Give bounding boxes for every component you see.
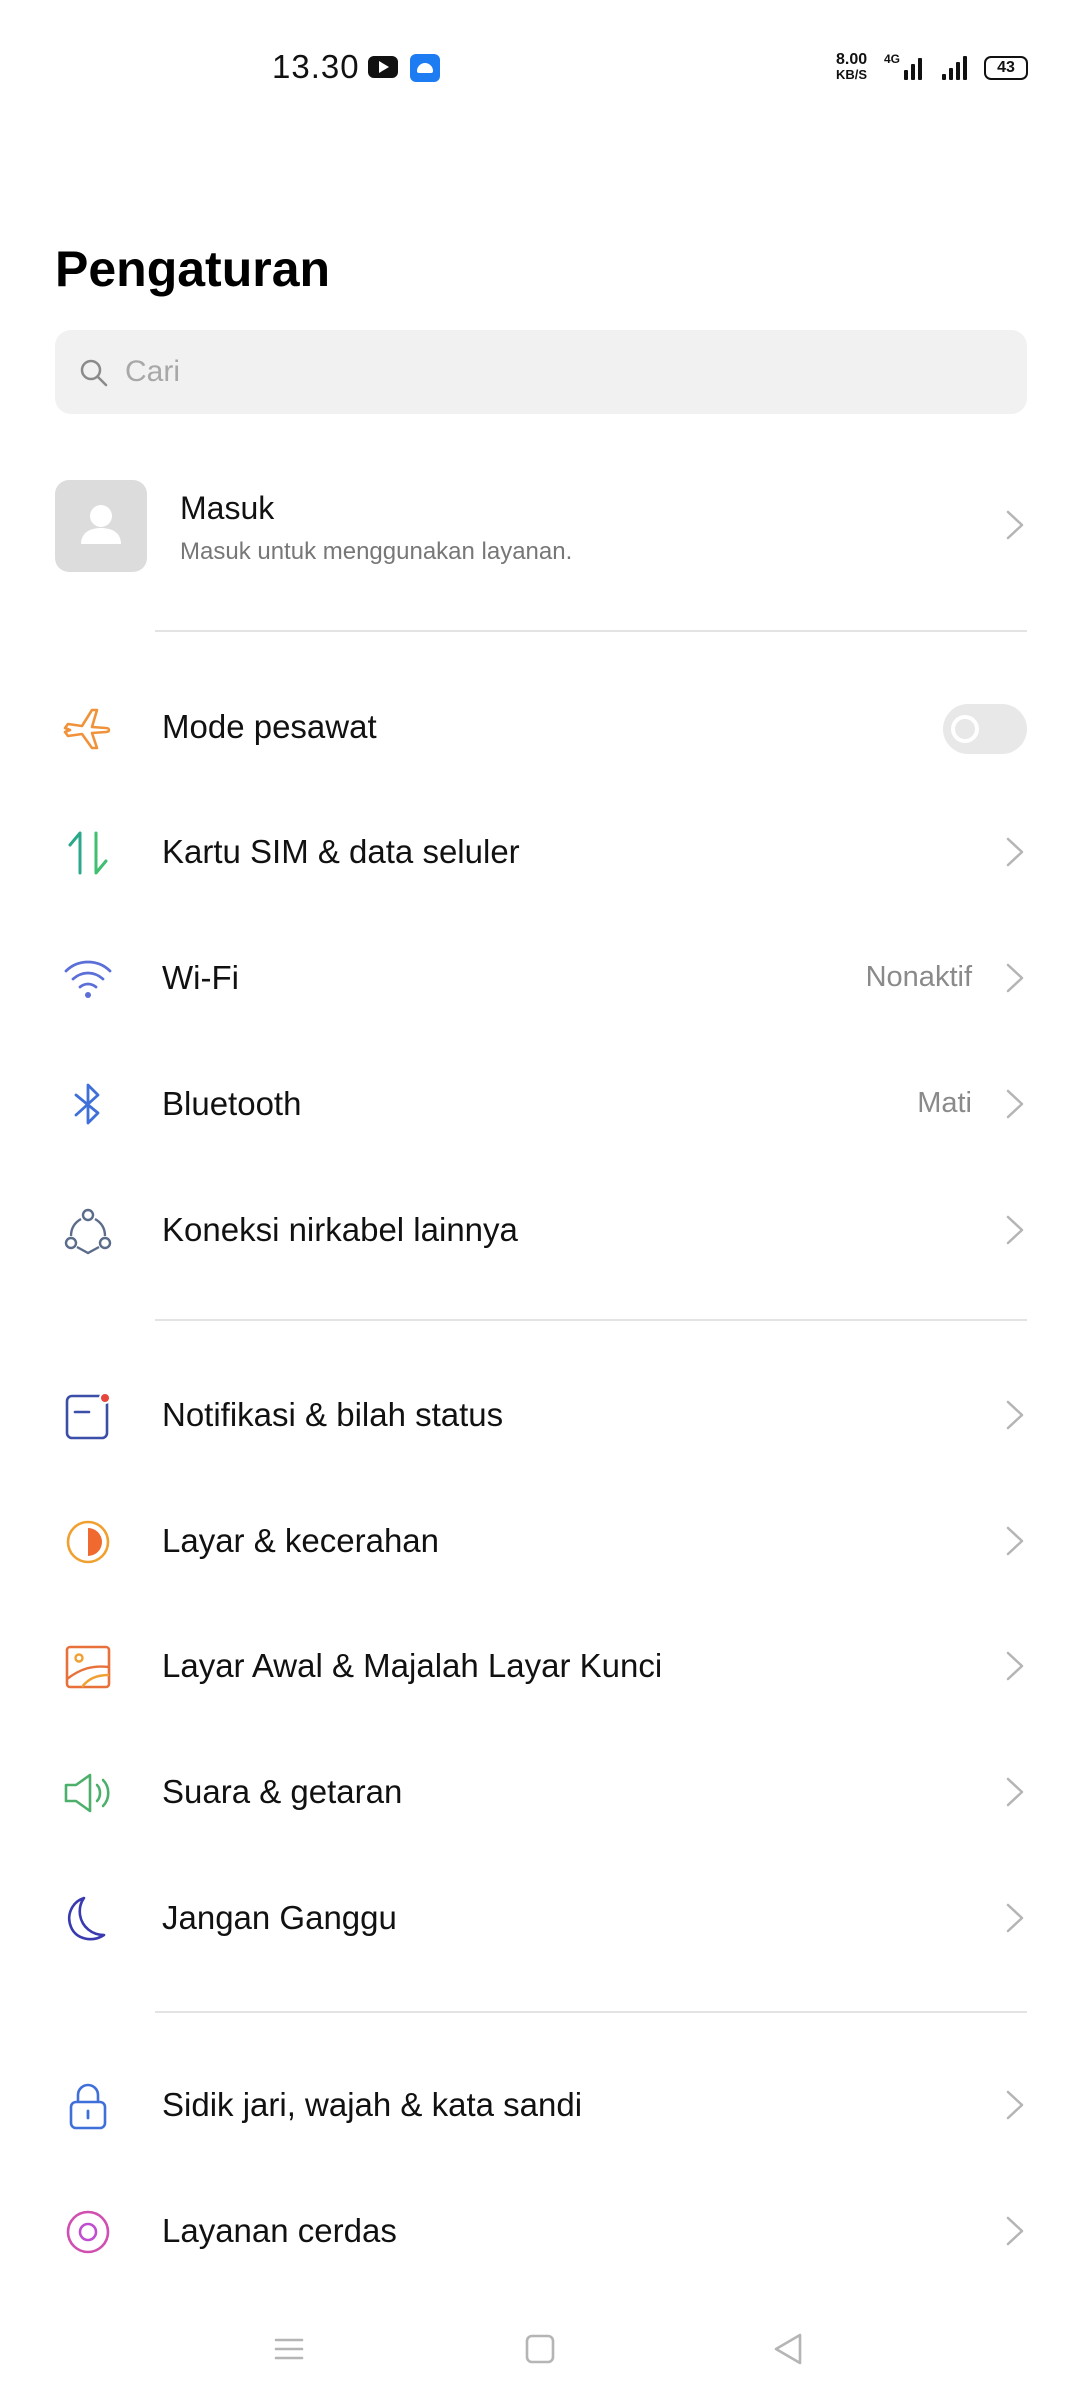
- battery-icon: 43: [984, 56, 1028, 80]
- network-speed-value: 8.00: [836, 51, 868, 68]
- account-sign-in-row[interactable]: Masuk Masuk untuk menggunakan layanan.: [0, 470, 1080, 580]
- home-icon[interactable]: [515, 2324, 565, 2374]
- network-speed-unit: KB/S: [836, 67, 868, 82]
- brightness-icon: [66, 1520, 110, 1564]
- sim-data-icon: [68, 831, 108, 875]
- person-icon: [81, 505, 121, 544]
- chevron-right-icon: [1006, 1215, 1024, 1245]
- setting-smart-services[interactable]: Layanan cerdas: [0, 2168, 1080, 2294]
- chevron-right-icon: [1006, 1777, 1024, 1807]
- settings-screen: 13.30 8.00 KB/S 4G 43 Pengaturan Cari Ma…: [0, 0, 1080, 2400]
- setting-label: Jangan Ganggu: [162, 1899, 397, 1936]
- wireless-connection-icon: [64, 1208, 112, 1255]
- setting-sound-vibration[interactable]: Suara & getaran: [0, 1729, 1080, 1855]
- chevron-right-icon: [1006, 1526, 1024, 1556]
- setting-label: Layar Awal & Majalah Layar Kunci: [162, 1647, 663, 1684]
- signal-4g-icon: [904, 54, 922, 80]
- chevron-right-icon: [1006, 1651, 1024, 1681]
- smart-service-icon: [66, 2210, 110, 2254]
- account-title: Masuk: [180, 490, 275, 526]
- search-icon: [80, 359, 108, 387]
- setting-wifi[interactable]: Wi-Fi Nonaktif: [0, 915, 1080, 1041]
- account-subtitle: Masuk untuk menggunakan layanan.: [180, 538, 573, 565]
- setting-do-not-disturb[interactable]: Jangan Ganggu: [0, 1855, 1080, 1981]
- setting-label: Sidik jari, wajah & kata sandi: [162, 2086, 583, 2123]
- setting-label: Mode pesawat: [162, 708, 377, 745]
- wallpaper-icon: [65, 1645, 111, 1689]
- toggle-knob: [951, 715, 979, 743]
- setting-home-lockscreen[interactable]: Layar Awal & Majalah Layar Kunci: [0, 1603, 1080, 1729]
- menu-icon[interactable]: [264, 2324, 314, 2374]
- airplane-mode-toggle[interactable]: [943, 704, 1027, 754]
- setting-notifications[interactable]: Notifikasi & bilah status: [0, 1352, 1080, 1478]
- moon-icon: [67, 1896, 106, 1941]
- setting-value: Mati: [917, 1087, 972, 1119]
- page-title: Pengaturan: [55, 241, 331, 297]
- setting-label: Layanan cerdas: [162, 2212, 397, 2249]
- airplane-icon: [63, 708, 111, 750]
- setting-label: Notifikasi & bilah status: [162, 1396, 504, 1433]
- setting-other-wireless[interactable]: Koneksi nirkabel lainnya: [0, 1167, 1080, 1293]
- bluetooth-icon: [74, 1083, 100, 1125]
- lock-icon: [69, 2083, 107, 2130]
- wifi-icon: [64, 960, 112, 998]
- app-notification-icon: [410, 54, 440, 82]
- navigation-bar: [0, 2300, 1080, 2400]
- youtube-icon: [368, 56, 398, 78]
- chevron-right-icon: [1006, 963, 1024, 993]
- chevron-right-icon: [1006, 1089, 1024, 1119]
- chevron-right-icon: [1006, 2216, 1024, 2246]
- section-divider: [155, 2011, 1027, 2013]
- setting-label: Koneksi nirkabel lainnya: [162, 1211, 518, 1248]
- back-icon[interactable]: [764, 2324, 814, 2374]
- section-divider: [155, 630, 1027, 632]
- chevron-right-icon: [1006, 1400, 1024, 1430]
- sound-icon: [64, 1773, 110, 1813]
- setting-label: Wi-Fi: [162, 959, 239, 996]
- setting-airplane-mode[interactable]: Mode pesawat: [0, 664, 1080, 790]
- signal-icon: [942, 54, 967, 80]
- chevron-right-icon: [1006, 837, 1024, 867]
- notification-icon: [65, 1392, 111, 1440]
- section-divider: [155, 1319, 1027, 1321]
- setting-security[interactable]: Sidik jari, wajah & kata sandi: [0, 2042, 1080, 2168]
- setting-sim-data[interactable]: Kartu SIM & data seluler: [0, 789, 1080, 915]
- setting-label: Suara & getaran: [162, 1773, 403, 1810]
- setting-display-brightness[interactable]: Layar & kecerahan: [0, 1478, 1080, 1604]
- network-speed: 8.00 KB/S: [836, 51, 868, 83]
- setting-label: Layar & kecerahan: [162, 1522, 440, 1559]
- status-time: 13.30: [272, 48, 360, 85]
- setting-label: Bluetooth: [162, 1085, 302, 1122]
- network-type-label: 4G: [884, 52, 901, 66]
- status-bar: 13.30 8.00 KB/S 4G 43: [0, 0, 1080, 130]
- search-bar[interactable]: [55, 330, 1027, 414]
- chevron-right-icon: [1006, 510, 1024, 540]
- chevron-right-icon: [1006, 1903, 1024, 1933]
- setting-value: Nonaktif: [865, 961, 972, 993]
- setting-bluetooth[interactable]: Bluetooth Mati: [0, 1041, 1080, 1167]
- avatar: [55, 480, 147, 572]
- search-input[interactable]: [125, 330, 985, 414]
- setting-label: Kartu SIM & data seluler: [162, 833, 520, 870]
- chevron-right-icon: [1006, 2090, 1024, 2120]
